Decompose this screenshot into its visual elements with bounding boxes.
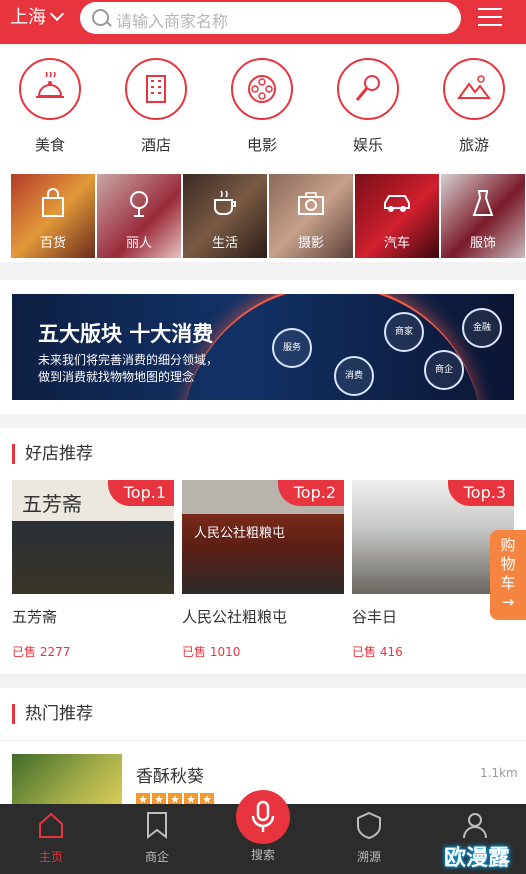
tab-label: 搜索 [250,848,275,862]
user-icon [463,813,487,839]
shop-card[interactable]: 五芳斋 Top.1 五芳斋 已售 2277 [12,480,174,660]
beauty-icon [130,191,148,217]
shop-sign: 五芳斋 [22,492,82,516]
rank-badge: Top.1 [107,480,174,506]
banner-node: 金融 [462,308,502,348]
shop-name: 五芳斋 [12,608,58,626]
tile-label: 生活 [211,236,238,251]
shop-card[interactable]: 人民公社粗粮屯 Top.2 人民公社粗粮屯 已售 1010 [182,480,344,660]
mountain-icon [443,58,505,120]
banner-title: 五大版块 十大消费 [38,322,214,346]
shop-photo: 五芳斋 Top.1 [12,480,174,594]
tile-clothing[interactable]: 服饰 [441,174,525,258]
voice-search-button[interactable] [236,790,290,844]
arrow-right-icon: → [501,593,515,611]
tab-label: 主页 [38,850,63,864]
tile-photography[interactable]: 摄影 [269,174,353,258]
subcategory-tiles: 百货 丽人 生活 摄影 汽车 服饰 [0,172,526,262]
tile-label: 服饰 [469,236,496,251]
tile-car[interactable]: 汽车 [355,174,439,258]
tab-label: 溯源 [356,850,381,864]
city-selector[interactable]: 上海 [10,6,65,28]
dish-cover-icon [19,58,81,120]
tab-business[interactable]: 商企 [122,810,192,865]
watermark: 欧漫露 [444,846,511,871]
bookmark-icon [147,812,167,840]
banner-node: 服务 [272,328,312,368]
section-title: 好店推荐 [12,444,93,464]
camera-icon [298,192,324,215]
category-label: 电影 [246,136,277,154]
divider [0,740,526,741]
category-hotel[interactable]: 酒店 [111,58,201,155]
tab-home[interactable]: 主页 [16,810,86,865]
banner-node: 商企 [424,350,464,390]
microphone-icon [251,800,275,832]
tile-department-store[interactable]: 百货 [11,174,95,258]
distance: 1.1km [480,766,518,780]
category-travel[interactable]: 旅游 [429,58,519,155]
search-placeholder: 请输入商家名称 [116,12,229,31]
tile-label: 百货 [39,236,66,251]
tile-label: 丽人 [125,236,152,251]
car-icon [384,195,410,212]
cart-label: 购物车 [500,536,516,592]
category-row: 美食 酒店 电影 娱乐 旅游 [0,46,526,172]
category-label: 旅游 [458,136,489,154]
city-label: 上海 [10,7,46,28]
banner-line-2: 做到消费就找物物地图的理念 [38,370,195,384]
banner-section: 五大版块 十大消费 未来我们将完善消费的细分领域， 做到消费就找物物地图的理念 服… [0,280,526,414]
menu-icon[interactable] [478,8,502,28]
section-title: 热门推荐 [12,704,93,724]
category-food[interactable]: 美食 [5,58,95,155]
shop-sold-count: 已售 1010 [182,645,241,659]
banner-node: 商家 [384,312,424,352]
shield-icon [357,811,381,840]
shop-name: 人民公社粗粮屯 [182,608,288,626]
home-icon [39,812,63,838]
hotel-building-icon [125,58,187,120]
banner-text: 未来我们将完善消费的细分领域， 做到消费就找物物地图的理念 [38,352,218,386]
tile-label: 摄影 [297,236,324,251]
shop-sign: 人民公社粗粮屯 [194,526,286,541]
tile-life[interactable]: 生活 [183,174,267,258]
category-label: 酒店 [140,136,171,154]
shop-sold-count: 已售 2277 [12,645,71,659]
microphone-icon [337,58,399,120]
chevron-down-icon [49,6,65,22]
category-label: 美食 [34,136,65,154]
shop-sold-count: 已售 416 [352,645,403,659]
dress-icon [472,190,494,216]
dish-name[interactable]: 香酥秋葵 [136,762,204,787]
film-reel-icon [231,58,293,120]
tab-label: 商企 [144,850,169,864]
tile-beauty[interactable]: 丽人 [97,174,181,258]
banner-node: 消费 [334,356,374,396]
coffee-cup-icon [214,190,236,215]
banner-line-1: 未来我们将完善消费的细分领域， [38,353,219,367]
category-label: 娱乐 [352,136,383,154]
shopping-bag-icon [42,188,64,217]
category-entertainment[interactable]: 娱乐 [323,58,413,155]
rank-badge: Top.2 [277,480,344,506]
category-movie[interactable]: 电影 [217,58,307,155]
tile-label: 汽车 [383,236,410,251]
floating-cart-button[interactable]: 购物车 → [490,530,526,620]
good-shops-section: 好店推荐 五芳斋 Top.1 五芳斋 已售 2277 人民公社粗粮屯 Top.2… [0,428,526,674]
search-icon [92,9,109,26]
promo-banner[interactable]: 五大版块 十大消费 未来我们将完善消费的细分领域， 做到消费就找物物地图的理念 服… [12,294,514,400]
search-input[interactable]: 请输入商家名称 [80,2,461,34]
top-bar: 上海 请输入商家名称 [0,0,526,44]
rank-badge: Top.3 [447,480,514,506]
tab-traceability[interactable]: 溯源 [334,810,404,865]
shop-photo: 人民公社粗粮屯 Top.2 [182,480,344,594]
